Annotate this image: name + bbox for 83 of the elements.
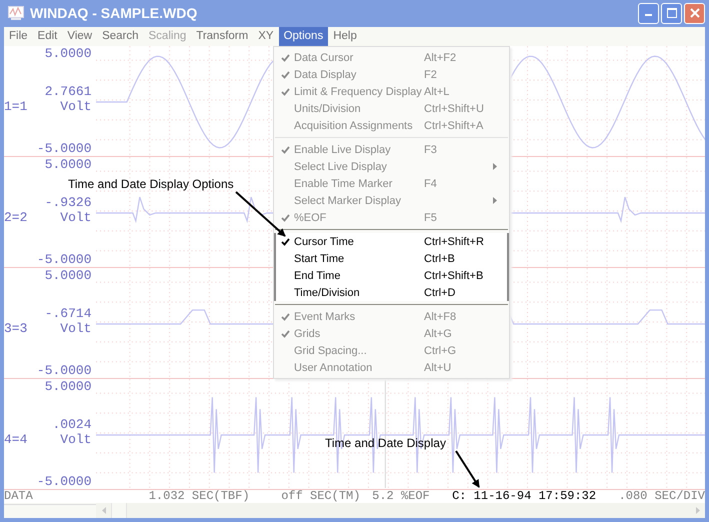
- menu-item[interactable]: XY: [253, 26, 279, 46]
- window-title: WINDAQ - SAMPLE.WDQ: [30, 5, 198, 22]
- menu-entry[interactable]: Select Live Display: [294, 160, 424, 172]
- channel-label: 3=3: [4, 321, 28, 336]
- menu-entry[interactable]: User Annotation: [294, 362, 424, 374]
- menu-entry[interactable]: Event Marks: [294, 310, 424, 322]
- horizontal-scrollbar[interactable]: [96, 503, 705, 518]
- shortcut-label: Ctrl+B: [424, 252, 455, 264]
- scale-bottom: -5.0000: [36, 141, 92, 156]
- status-field: off SEC(TM): [250, 490, 360, 503]
- callout-text: Time and Date Display: [325, 436, 446, 450]
- scale-bottom: -5.0000: [36, 252, 92, 267]
- menu-entry[interactable]: Enable Time Marker: [294, 178, 424, 190]
- unit-label: Volt: [60, 432, 92, 448]
- shortcut-label: Alt+F2: [424, 52, 456, 64]
- menu-entry[interactable]: Data Cursor: [294, 52, 424, 64]
- status-field: DATA: [4, 490, 84, 503]
- shortcut-label: F5: [424, 212, 437, 224]
- menu-item[interactable]: File: [4, 26, 33, 46]
- callout-text: Time and Date Display Options: [68, 177, 234, 191]
- scale-top: 5.0000: [44, 268, 92, 283]
- maximize-button[interactable]: [661, 2, 682, 24]
- shortcut-label: Ctrl+Shift+A: [424, 120, 484, 132]
- menu-entry[interactable]: Cursor Time: [294, 236, 424, 248]
- unit-label: Volt: [60, 99, 92, 114]
- status-field: C: 11-16-94 17:59:32: [430, 490, 596, 503]
- shortcut-label: F2: [424, 68, 437, 80]
- menu-entry[interactable]: Start Time: [294, 252, 424, 264]
- channel-reading: 2.7661: [44, 84, 92, 100]
- menu-entry[interactable]: Acquisition Assignments: [294, 120, 424, 132]
- status-field: .080 SEC/DIV: [596, 490, 705, 503]
- callout-arrow: [235, 191, 286, 237]
- scale-bottom: -5.0000: [36, 474, 92, 489]
- shortcut-label: Ctrl+Shift+B: [424, 270, 484, 282]
- shortcut-label: Alt+G: [424, 328, 452, 340]
- menu-entry[interactable]: %EOF: [294, 212, 424, 224]
- unit-label: Volt: [60, 321, 92, 336]
- minimize-button[interactable]: [638, 2, 659, 24]
- scale-top: 5.0000: [44, 46, 92, 61]
- menu-item[interactable]: Options: [278, 26, 328, 46]
- shortcut-label: Ctrl+Shift+R: [424, 236, 484, 248]
- channel-label: 1=1: [4, 99, 28, 114]
- shortcut-label: Ctrl+Shift+U: [424, 102, 484, 114]
- shortcut-label: Ctrl+D: [424, 286, 456, 298]
- status-field: 1.032 SEC(TBF): [83, 490, 250, 503]
- menu-entry[interactable]: Select Marker Display: [294, 194, 424, 206]
- callout-arrow: [455, 450, 480, 488]
- menu-entry[interactable]: End Time: [294, 270, 424, 282]
- shortcut-label: Ctrl+G: [424, 344, 456, 356]
- scroll-thumb[interactable]: [111, 503, 127, 518]
- scale-top: 5.0000: [44, 157, 92, 172]
- menu-entry[interactable]: Grid Spacing...: [294, 344, 424, 356]
- unit-label: Volt: [60, 210, 92, 226]
- shortcut-label: F4: [424, 178, 437, 190]
- scale-bottom: -5.0000: [36, 363, 92, 378]
- menu-item[interactable]: Help: [328, 26, 362, 46]
- close-icon: [690, 8, 700, 18]
- menu-item[interactable]: Edit: [32, 26, 62, 46]
- shortcut-label: Alt+U: [424, 362, 452, 374]
- shortcut-label: Alt+F8: [424, 310, 456, 322]
- close-button[interactable]: [684, 2, 705, 24]
- menu-entry[interactable]: Grids: [294, 328, 424, 340]
- menu-entry[interactable]: Data Display: [294, 68, 424, 80]
- scroll-right-icon[interactable]: [696, 507, 700, 514]
- channel-label: 2=2: [4, 210, 28, 226]
- channel-reading: -.9326: [44, 195, 92, 210]
- scale-top: 5.0000: [44, 379, 92, 394]
- menu-entry[interactable]: Limit & Frequency Display: [294, 86, 424, 98]
- channel-label: 4=4: [4, 432, 28, 448]
- app-icon: [8, 6, 24, 20]
- scroll-left-icon[interactable]: [102, 507, 106, 514]
- menu-item[interactable]: Search: [97, 26, 144, 46]
- maximize-icon: [666, 8, 676, 18]
- menu-item[interactable]: Transform: [191, 26, 254, 46]
- channel-reading: -.6714: [44, 306, 92, 322]
- menu-entry[interactable]: Time/Division: [294, 286, 424, 298]
- channel-reading: .0024: [51, 417, 92, 432]
- menu-entry[interactable]: Units/Division: [294, 102, 424, 114]
- menu-entry[interactable]: Enable Live Display: [294, 144, 424, 156]
- shortcut-label: F3: [424, 144, 437, 156]
- menu-item[interactable]: View: [62, 26, 98, 46]
- status-field: 5.2 %EOF: [360, 490, 430, 503]
- shortcut-label: Alt+L: [424, 86, 450, 98]
